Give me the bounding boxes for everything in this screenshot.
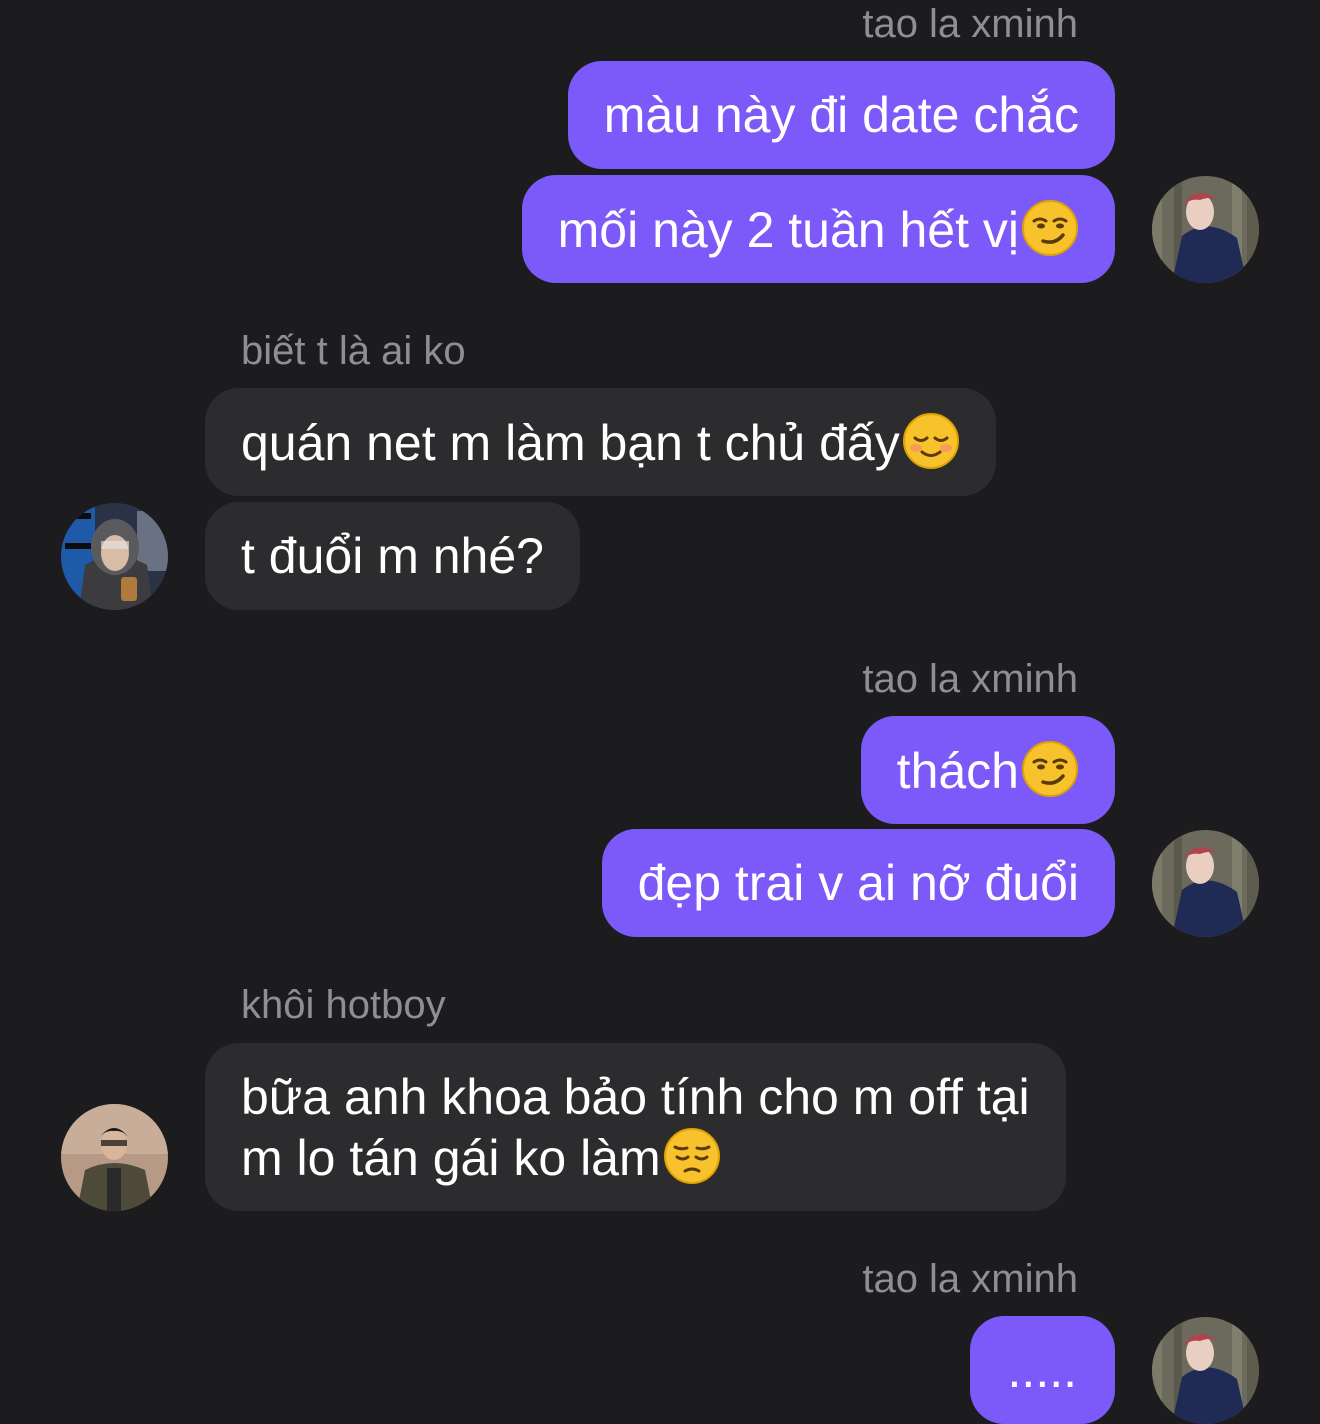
message-text: màu này đi date chắc (603, 87, 1079, 143)
pensive-face-icon (663, 1127, 721, 1185)
message-bubble[interactable]: thách (860, 716, 1115, 824)
message-bubble[interactable]: đẹp trai v ai nỡ đuổi (601, 829, 1115, 937)
avatar-xminh[interactable] (1152, 176, 1259, 283)
smirking-face-icon (1021, 740, 1079, 798)
message-bubble[interactable]: quán net m làm bạn t chủ đấy (205, 388, 996, 496)
message-text: quán net m làm bạn t chủ đấy (241, 415, 900, 471)
avatar-xminh[interactable] (1152, 830, 1259, 937)
message-text: bữa anh khoa bảo tính cho m off tại (241, 1069, 1030, 1125)
message-text: t đuổi m nhé? (241, 528, 544, 584)
sender-name: biết t là ai ko (241, 329, 466, 373)
smiling-face-icon (902, 412, 960, 470)
message-bubble[interactable]: t đuổi m nhé? (205, 502, 580, 610)
avatar-xminh[interactable] (1152, 1317, 1259, 1424)
smirking-face-icon (1021, 199, 1079, 257)
message-text: thách (896, 743, 1019, 799)
message-text-line2: m lo tán gái ko làm (241, 1130, 661, 1186)
message-text: đẹp trai v ai nỡ đuổi (637, 855, 1079, 911)
sender-name: tao la xminh (862, 657, 1078, 701)
sender-name: tao la xminh (862, 2, 1078, 46)
message-bubble[interactable]: bữa anh khoa bảo tính cho m off tại m lo… (205, 1043, 1066, 1211)
message-bubble[interactable]: mối này 2 tuần hết vị (521, 175, 1115, 283)
sender-name: khôi hotboy (241, 983, 446, 1027)
avatar-khoi-hotboy[interactable] (61, 1104, 168, 1211)
message-bubble[interactable]: ..... (969, 1316, 1115, 1424)
sender-name: tao la xminh (862, 1257, 1078, 1301)
message-text: ..... (1007, 1342, 1077, 1398)
message-text: mối này 2 tuần hết vị (557, 202, 1019, 258)
avatar-biet-t-la-ai-ko[interactable] (61, 503, 168, 610)
message-bubble[interactable]: màu này đi date chắc (567, 61, 1115, 169)
